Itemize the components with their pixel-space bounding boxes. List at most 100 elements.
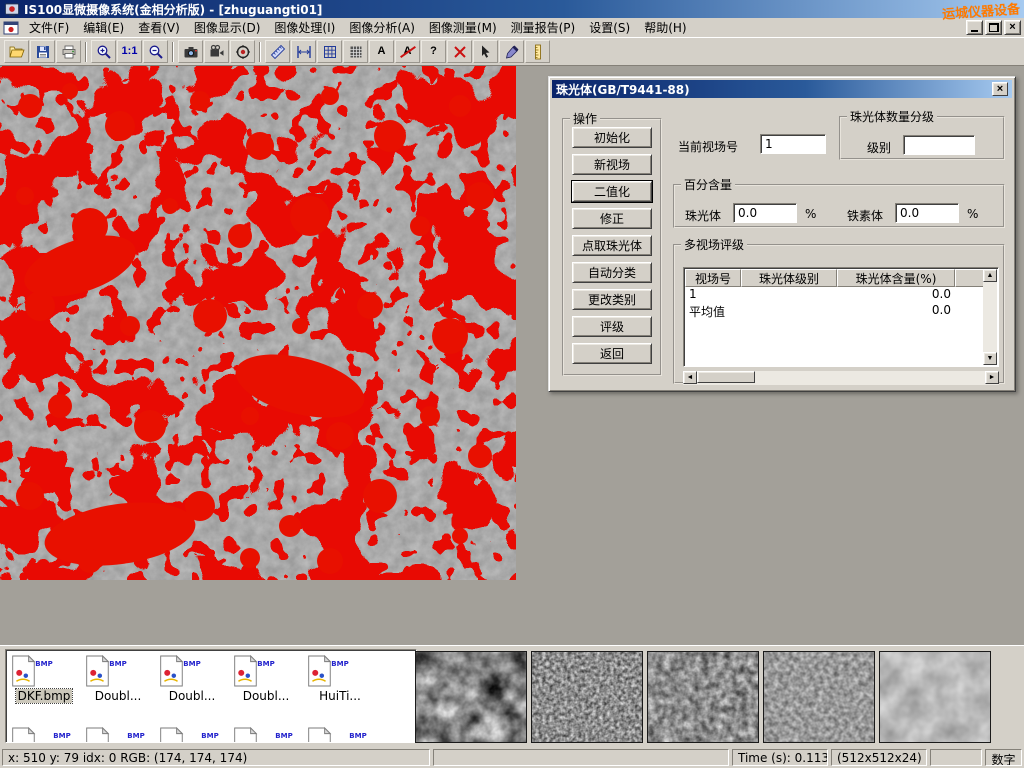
current-view-input[interactable] bbox=[760, 134, 826, 154]
file-item[interactable]: BMP bbox=[304, 726, 376, 743]
scroll-right-button[interactable]: ► bbox=[985, 371, 999, 384]
mdi-close-button[interactable]: × bbox=[1004, 20, 1021, 35]
menu-bar: 文件(F) 编辑(E) 查看(V) 图像显示(D) 图像处理(I) 图像分析(A… bbox=[0, 18, 1024, 38]
menu-settings[interactable]: 设置(S) bbox=[582, 17, 637, 38]
bmp-badge: BMP bbox=[183, 660, 200, 668]
print-button[interactable] bbox=[56, 40, 81, 63]
file-item[interactable]: BMP DKF.bmp bbox=[8, 654, 80, 703]
file-name[interactable]: Doubl... bbox=[241, 689, 292, 703]
table-row[interactable]: 平均值 0.0 bbox=[685, 303, 983, 319]
scrollbar-track[interactable] bbox=[755, 371, 985, 385]
red-x-icon bbox=[452, 44, 468, 60]
file-item[interactable]: BMP Doubl... bbox=[230, 654, 302, 703]
return-button[interactable]: 返回 bbox=[572, 343, 652, 364]
multi-view-table[interactable]: 视场号 珠光体级别 珠光体含量(%) 铁素 1 0.0 平均值 bbox=[683, 267, 999, 367]
stamp-button[interactable] bbox=[343, 40, 368, 63]
pearlite-dialog: 珠光体(GB/T9441-88) × 操作 初始化 新视场 二值化 修正 点取珠… bbox=[548, 76, 1016, 392]
table-body: 1 0.0 平均值 0.0 bbox=[685, 287, 983, 365]
menu-measure-report[interactable]: 测量报告(P) bbox=[504, 17, 583, 38]
scrollbar-thumb[interactable] bbox=[697, 371, 755, 383]
file-item[interactable]: BMP bbox=[156, 726, 228, 743]
thumbnail-2[interactable] bbox=[531, 651, 643, 743]
file-name[interactable]: Doubl... bbox=[167, 689, 218, 703]
capture-button[interactable] bbox=[230, 40, 255, 63]
close-icon: × bbox=[1009, 22, 1015, 33]
menu-image-process[interactable]: 图像处理(I) bbox=[267, 17, 342, 38]
menu-file[interactable]: 文件(F) bbox=[22, 17, 76, 38]
dialog-close-button[interactable]: × bbox=[992, 82, 1008, 96]
pick-pearlite-button[interactable]: 点取珠光体 bbox=[572, 235, 652, 256]
bottom-panel: BMP DKF.bmp BMP Doubl... BMP Doubl... bbox=[0, 645, 1024, 746]
dialog-title-bar[interactable]: 珠光体(GB/T9441-88) × bbox=[552, 80, 1012, 98]
dropper-button[interactable] bbox=[499, 40, 524, 63]
table-vertical-scrollbar[interactable]: ▲ ▼ bbox=[983, 269, 997, 365]
initialize-button[interactable]: 初始化 bbox=[572, 127, 652, 148]
thumbnail-1[interactable] bbox=[415, 651, 527, 743]
zoom-out-button[interactable] bbox=[143, 40, 168, 63]
scroll-down-button[interactable]: ▼ bbox=[983, 352, 997, 365]
one-to-one-icon: 1:1 bbox=[122, 46, 138, 57]
pearlite-percent-input[interactable] bbox=[733, 203, 797, 223]
grade-button[interactable]: 评级 bbox=[572, 316, 652, 337]
header-field-number[interactable]: 视场号 bbox=[685, 269, 741, 287]
text-button[interactable]: A bbox=[369, 40, 394, 63]
caliper-button[interactable] bbox=[291, 40, 316, 63]
delete-button[interactable] bbox=[447, 40, 472, 63]
file-item[interactable]: BMP bbox=[230, 726, 302, 743]
menu-edit[interactable]: 编辑(E) bbox=[76, 17, 131, 38]
camera-button[interactable] bbox=[178, 40, 203, 63]
percent-group-label: 百分含量 bbox=[681, 176, 735, 193]
text-off-button[interactable]: A bbox=[395, 40, 420, 63]
file-name[interactable]: Doubl... bbox=[93, 689, 144, 703]
close-icon: × bbox=[997, 84, 1003, 95]
header-pearlite-content[interactable]: 珠光体含量(%) bbox=[837, 269, 955, 287]
cell-ferrite bbox=[955, 303, 983, 319]
binarize-button[interactable]: 二值化 bbox=[572, 181, 652, 202]
measure-line-button[interactable] bbox=[265, 40, 290, 63]
menu-image-measure[interactable]: 图像测量(M) bbox=[422, 17, 504, 38]
thumbnail-3[interactable] bbox=[647, 651, 759, 743]
change-class-button[interactable]: 更改类别 bbox=[572, 289, 652, 310]
table-horizontal-scrollbar[interactable]: ◄ ► bbox=[683, 371, 999, 385]
thumbnail-4[interactable] bbox=[763, 651, 875, 743]
file-item[interactable]: BMP bbox=[8, 726, 80, 743]
pick-button[interactable] bbox=[473, 40, 498, 63]
ferrite-percent-input[interactable] bbox=[895, 203, 959, 223]
header-pearlite-grade[interactable]: 珠光体级别 bbox=[741, 269, 837, 287]
bmp-badge: BMP bbox=[35, 660, 52, 668]
menu-image-display[interactable]: 图像显示(D) bbox=[187, 17, 268, 38]
status-position: x: 510 y: 79 idx: 0 RGB: (174, 174, 174) bbox=[2, 749, 430, 766]
grade-input[interactable] bbox=[903, 135, 975, 155]
file-item[interactable]: BMP HuiTi... bbox=[304, 654, 376, 703]
correct-button[interactable]: 修正 bbox=[572, 208, 652, 229]
open-button[interactable] bbox=[4, 40, 29, 63]
auto-classify-button[interactable]: 自动分类 bbox=[572, 262, 652, 283]
file-item[interactable]: BMP Doubl... bbox=[156, 654, 228, 703]
file-item[interactable]: BMP bbox=[82, 726, 154, 743]
new-field-button[interactable]: 新视场 bbox=[572, 154, 652, 175]
mdi-restore-button[interactable] bbox=[985, 20, 1002, 35]
ruler-button[interactable] bbox=[525, 40, 550, 63]
menu-image-analysis[interactable]: 图像分析(A) bbox=[342, 17, 422, 38]
zoom-out-icon bbox=[148, 44, 164, 60]
scroll-up-button[interactable]: ▲ bbox=[983, 269, 997, 282]
grid-button[interactable] bbox=[317, 40, 342, 63]
thumbnail-5[interactable] bbox=[879, 651, 991, 743]
scroll-left-button[interactable]: ◄ bbox=[683, 371, 697, 384]
table-row[interactable]: 1 0.0 bbox=[685, 287, 983, 303]
video-button[interactable] bbox=[204, 40, 229, 63]
help-button[interactable]: ? bbox=[421, 40, 446, 63]
save-button[interactable] bbox=[30, 40, 55, 63]
zoom-in-button[interactable] bbox=[91, 40, 116, 63]
menu-view[interactable]: 查看(V) bbox=[131, 17, 187, 38]
file-name[interactable]: HuiTi... bbox=[317, 689, 363, 703]
mdi-minimize-button[interactable] bbox=[966, 20, 983, 35]
child-window-icon[interactable] bbox=[3, 20, 19, 36]
diagonal-ruler-icon bbox=[270, 44, 286, 60]
actual-size-button[interactable]: 1:1 bbox=[117, 40, 142, 63]
header-ferrite[interactable]: 铁素 bbox=[955, 269, 985, 287]
file-item[interactable]: BMP Doubl... bbox=[82, 654, 154, 703]
metallographic-image[interactable] bbox=[0, 66, 516, 580]
file-name[interactable]: DKF.bmp bbox=[16, 689, 73, 703]
menu-help[interactable]: 帮助(H) bbox=[637, 17, 693, 38]
